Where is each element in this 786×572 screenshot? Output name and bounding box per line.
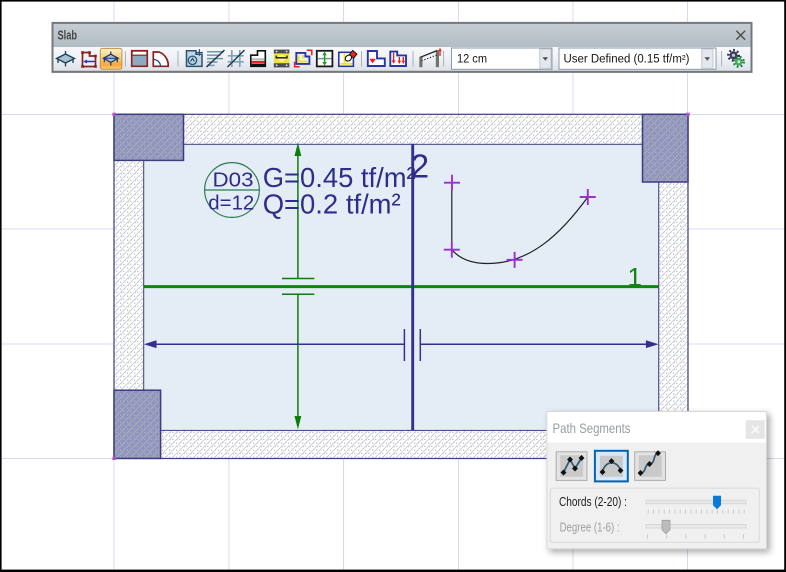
svg-text:12 cm: 12 cm bbox=[457, 54, 487, 66]
svg-text:1: 1 bbox=[628, 262, 642, 292]
svg-text:d=12: d=12 bbox=[208, 192, 254, 215]
svg-text:User Defined (0.15 tf/m²): User Defined (0.15 tf/m²) bbox=[564, 54, 690, 66]
svg-text:Path Segments: Path Segments bbox=[553, 420, 631, 436]
svg-text:Q=0.2 tf/m²: Q=0.2 tf/m² bbox=[263, 188, 401, 219]
svg-text:Slab: Slab bbox=[58, 29, 78, 43]
svg-text:Chords (2-20) :: Chords (2-20) : bbox=[559, 495, 627, 509]
svg-text:D03: D03 bbox=[213, 168, 254, 191]
svg-text:Degree (1-6) :: Degree (1-6) : bbox=[560, 520, 620, 534]
